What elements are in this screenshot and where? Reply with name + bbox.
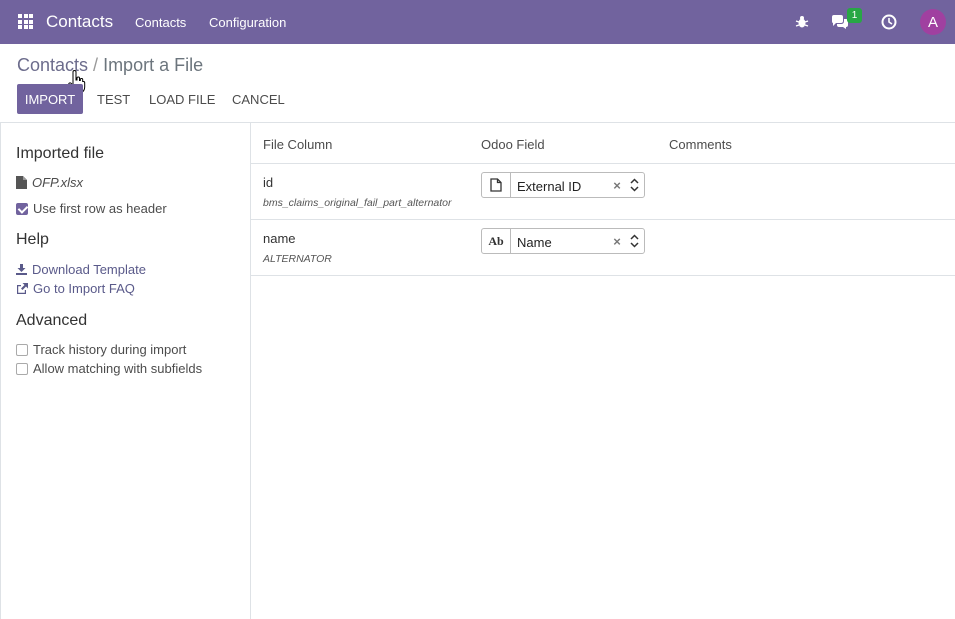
file-column-name: name — [263, 231, 296, 246]
odoo-field-value[interactable]: Name — [511, 233, 610, 250]
breadcrumb: Contacts / Import a File — [17, 55, 203, 76]
use-first-row-label[interactable]: Use first row as header — [33, 201, 167, 216]
imported-file-heading: Imported file — [16, 145, 105, 162]
chevron-up-down-icon[interactable] — [624, 234, 644, 248]
load-file-button[interactable]: LOAD FILE — [149, 92, 215, 107]
imported-file-row: OFP.xlsx — [16, 175, 83, 190]
allow-matching-checkbox[interactable] — [16, 362, 28, 375]
allow-matching-label[interactable]: Allow matching with subfields — [33, 361, 202, 376]
apps-grid-icon[interactable] — [18, 14, 33, 29]
use-first-row-checkbox[interactable] — [16, 202, 28, 215]
track-history-label[interactable]: Track history during import — [33, 342, 186, 357]
table-row-divider — [251, 275, 955, 276]
imported-file-name: OFP.xlsx — [32, 175, 84, 190]
odoo-field-value[interactable]: External ID — [511, 177, 610, 194]
table-header-divider — [251, 163, 955, 164]
import-faq-link[interactable]: Go to Import FAQ — [16, 281, 135, 296]
odoo-field-select[interactable]: External ID × — [481, 172, 645, 198]
file-column-sample: ALTERNATOR — [263, 253, 332, 265]
breadcrumb-current: Import a File — [103, 55, 204, 75]
allow-matching-option[interactable]: Allow matching with subfields — [16, 361, 202, 376]
download-template-link[interactable]: Download Template — [16, 262, 146, 277]
file-column-name: id — [263, 175, 274, 190]
import-options-sidebar: Imported file OFP.xlsx Use first row as … — [0, 123, 251, 619]
chevron-up-down-icon[interactable] — [624, 178, 644, 192]
app-brand[interactable]: Contacts — [46, 12, 113, 32]
track-history-option[interactable]: Track history during import — [16, 342, 186, 357]
bug-icon[interactable] — [792, 12, 812, 32]
import-button[interactable]: IMPORT — [17, 84, 83, 114]
external-link-icon — [17, 283, 28, 294]
breadcrumb-contacts-link[interactable]: Contacts — [17, 55, 88, 75]
odoo-field-select[interactable]: Ab Name × — [481, 228, 645, 254]
test-button[interactable]: TEST — [97, 92, 130, 107]
import-faq-label[interactable]: Go to Import FAQ — [33, 281, 135, 296]
help-heading: Help — [16, 231, 49, 248]
clear-icon[interactable]: × — [610, 178, 624, 193]
file-icon — [482, 173, 511, 197]
clear-icon[interactable]: × — [610, 234, 624, 249]
text-icon: Ab — [482, 229, 511, 253]
clock-icon[interactable] — [879, 12, 899, 32]
user-avatar[interactable]: A — [920, 9, 946, 35]
download-template-label[interactable]: Download Template — [32, 262, 146, 277]
cancel-button[interactable]: CANCEL — [232, 92, 285, 107]
message-count-badge: 1 — [847, 8, 862, 23]
advanced-heading: Advanced — [16, 312, 88, 329]
header-odoo-field: Odoo Field — [481, 137, 545, 152]
menu-contacts[interactable]: Contacts — [135, 15, 186, 30]
top-navbar: Contacts Contacts Configuration 1 A — [0, 0, 955, 44]
file-column-sample: bms_claims_original_fail_part_alternator — [263, 197, 452, 209]
download-icon — [16, 264, 27, 275]
table-row-divider — [251, 219, 955, 220]
file-icon — [16, 176, 27, 189]
menu-configuration[interactable]: Configuration — [209, 15, 286, 30]
header-file-column: File Column — [263, 137, 333, 152]
breadcrumb-separator: / — [93, 55, 99, 75]
track-history-checkbox[interactable] — [16, 343, 28, 356]
header-comments: Comments — [669, 137, 732, 152]
use-first-row-option[interactable]: Use first row as header — [16, 201, 167, 216]
